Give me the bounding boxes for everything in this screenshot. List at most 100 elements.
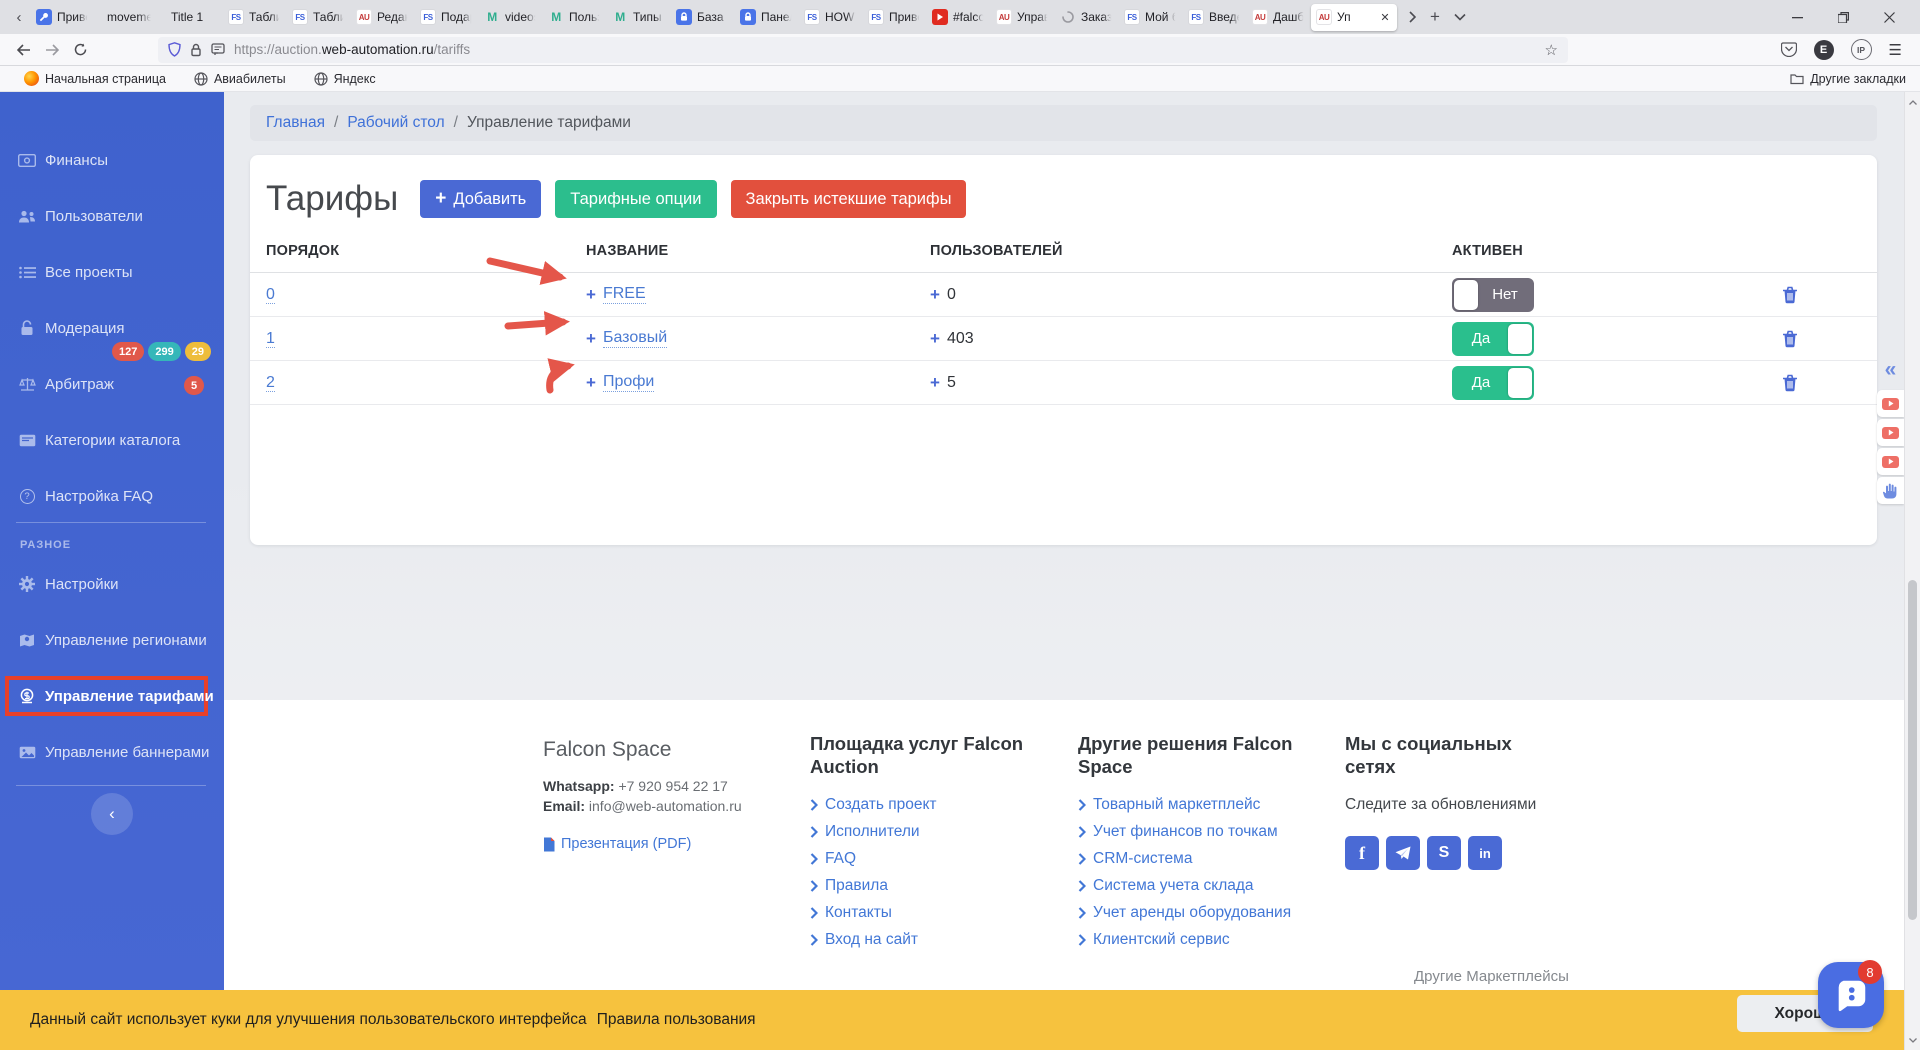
- close-expired-button[interactable]: Закрыть истекшие тарифы: [730, 180, 967, 218]
- tariff-name-link[interactable]: Профи: [602, 373, 655, 392]
- browser-tab[interactable]: movemen ✕: [95, 4, 157, 31]
- delete-button[interactable]: [1782, 374, 1802, 392]
- sidebar-item-projects[interactable]: Все проекты: [18, 260, 214, 284]
- shield-icon[interactable]: [168, 42, 181, 57]
- footer-link[interactable]: Правила: [825, 877, 888, 895]
- bookmark-star-icon[interactable]: ☆: [1545, 41, 1558, 59]
- scroll-up-icon[interactable]: [1905, 94, 1920, 110]
- bookmark-item[interactable]: Яндекс: [313, 71, 376, 86]
- tariff-options-button[interactable]: Тарифные опции: [555, 180, 717, 218]
- breadcrumb-home-link[interactable]: Главная: [266, 114, 325, 132]
- sidebar-item-users[interactable]: Пользователи: [18, 204, 214, 228]
- browser-tab[interactable]: AU Дашб ✕: [1247, 4, 1309, 31]
- video-help-button[interactable]: [1877, 390, 1904, 417]
- browser-tab[interactable]: FS Введе ✕: [1183, 4, 1245, 31]
- breadcrumb-desktop-link[interactable]: Рабочий стол: [347, 114, 444, 132]
- browser-tab[interactable]: FS HOWT ✕: [799, 4, 861, 31]
- tab-scroll-left-icon[interactable]: ‹: [8, 9, 30, 26]
- footer-link[interactable]: Исполнители: [825, 823, 920, 841]
- browser-tab[interactable]: FS Подар ✕: [415, 4, 477, 31]
- browser-tab[interactable]: M Типы ✕: [607, 4, 669, 31]
- footer-link[interactable]: Контакты: [825, 904, 892, 922]
- window-restore-button[interactable]: [1820, 0, 1866, 34]
- footer-link[interactable]: Клиентский сервис: [1093, 931, 1230, 949]
- bookmark-item[interactable]: Начальная страница: [24, 71, 166, 86]
- browser-tab[interactable]: Заказ ✕: [1055, 4, 1117, 31]
- video-help-button[interactable]: [1877, 448, 1904, 475]
- address-bar[interactable]: https://auction.web-automation.ru/tariff…: [158, 36, 1568, 63]
- sidebar-item-faq-settings[interactable]: ? Настройка FAQ: [18, 484, 214, 508]
- window-minimize-button[interactable]: [1774, 0, 1820, 34]
- tab-close-icon[interactable]: ✕: [1378, 11, 1392, 24]
- telegram-icon[interactable]: [1386, 836, 1420, 871]
- footer-link[interactable]: FAQ: [825, 850, 856, 868]
- browser-tab[interactable]: FS Мой б ✕: [1119, 4, 1181, 31]
- browser-tab[interactable]: AU Управ ✕: [991, 4, 1053, 31]
- badge-teal[interactable]: 299: [148, 342, 181, 361]
- order-link[interactable]: 0: [266, 285, 275, 304]
- order-link[interactable]: 1: [266, 329, 275, 348]
- sidebar-collapse-button[interactable]: ‹: [91, 793, 133, 835]
- lock-icon[interactable]: [190, 43, 202, 57]
- scrollbar-thumb[interactable]: [1908, 580, 1917, 920]
- reload-icon[interactable]: [66, 37, 94, 63]
- browser-tab[interactable]: Панел ✕: [735, 4, 797, 31]
- browser-tab[interactable]: AU Уп ✕: [1311, 3, 1397, 31]
- footer-link[interactable]: Товарный маркетплейс: [1093, 796, 1260, 814]
- browser-tab[interactable]: #falco ✕: [927, 4, 989, 31]
- delete-button[interactable]: [1782, 330, 1802, 348]
- plus-icon[interactable]: +: [930, 285, 940, 305]
- ip-extension-icon[interactable]: IP: [1850, 39, 1872, 60]
- hand-tour-button[interactable]: [1877, 477, 1904, 504]
- cookie-rules-link[interactable]: Правила пользования: [597, 1011, 756, 1029]
- tab-overflow-right-icon[interactable]: [1408, 11, 1416, 23]
- forward-icon[interactable]: [38, 37, 66, 63]
- badge-red[interactable]: 127: [112, 342, 145, 361]
- new-tab-icon[interactable]: +: [1430, 7, 1440, 27]
- collapse-widgets-icon[interactable]: «: [1877, 358, 1904, 382]
- add-button[interactable]: + Добавить: [420, 180, 542, 218]
- sidebar-item-settings[interactable]: Настройки: [18, 572, 214, 596]
- footer-link[interactable]: Система учета склада: [1093, 877, 1254, 895]
- footer-link[interactable]: Вход на сайт: [825, 931, 918, 949]
- skype-icon[interactable]: S: [1427, 836, 1461, 871]
- footer-link[interactable]: Учет финансов по точкам: [1093, 823, 1278, 841]
- back-icon[interactable]: [10, 37, 38, 63]
- active-toggle[interactable]: Да: [1452, 321, 1534, 356]
- video-help-button[interactable]: [1877, 419, 1904, 446]
- scroll-down-icon[interactable]: [1905, 1032, 1920, 1048]
- browser-tab[interactable]: Title 1 ✕: [159, 4, 221, 31]
- window-close-button[interactable]: [1866, 0, 1912, 34]
- plus-icon[interactable]: +: [930, 373, 940, 393]
- plus-icon[interactable]: +: [586, 373, 596, 393]
- browser-tab[interactable]: База з ✕: [671, 4, 733, 31]
- badge-yellow[interactable]: 29: [184, 342, 211, 361]
- delete-button[interactable]: [1782, 286, 1802, 304]
- other-bookmarks[interactable]: Другие закладки: [1790, 72, 1906, 86]
- sidebar-item-tariffs[interactable]: Управление тарифами: [18, 684, 214, 708]
- sidebar-item-moderation[interactable]: Модерация: [18, 316, 214, 340]
- tariff-name-link[interactable]: FREE: [602, 285, 646, 304]
- menu-icon[interactable]: ☰: [1889, 41, 1902, 59]
- browser-tab[interactable]: M videos ✕: [479, 4, 541, 31]
- permissions-icon[interactable]: [211, 43, 225, 56]
- pocket-icon[interactable]: [1780, 42, 1797, 57]
- order-link[interactable]: 2: [266, 373, 275, 392]
- list-tabs-icon[interactable]: [1454, 13, 1466, 21]
- bookmark-item[interactable]: Авиабилеты: [194, 71, 286, 86]
- badge-arbitrage[interactable]: 5: [184, 376, 205, 395]
- browser-tab[interactable]: M Польз ✕: [543, 4, 605, 31]
- tariff-name-link[interactable]: Базовый: [602, 329, 668, 348]
- active-toggle[interactable]: Да: [1452, 365, 1534, 400]
- linkedin-icon[interactable]: in: [1468, 836, 1502, 871]
- presentation-pdf-link[interactable]: Презентация (PDF): [543, 836, 793, 852]
- sidebar-item-catalog-categories[interactable]: Категории каталога: [18, 428, 214, 452]
- sidebar-item-regions[interactable]: Управление регионами: [18, 628, 214, 652]
- chat-widget-button[interactable]: 8: [1818, 960, 1884, 1028]
- footer-link[interactable]: CRM-система: [1093, 850, 1192, 868]
- sidebar-item-finances[interactable]: Финансы: [18, 148, 214, 172]
- browser-tab[interactable]: FS Табли ✕: [287, 4, 349, 31]
- plus-icon[interactable]: +: [930, 329, 940, 349]
- footer-link[interactable]: Учет аренды оборудования: [1093, 904, 1291, 922]
- plus-icon[interactable]: +: [586, 329, 596, 349]
